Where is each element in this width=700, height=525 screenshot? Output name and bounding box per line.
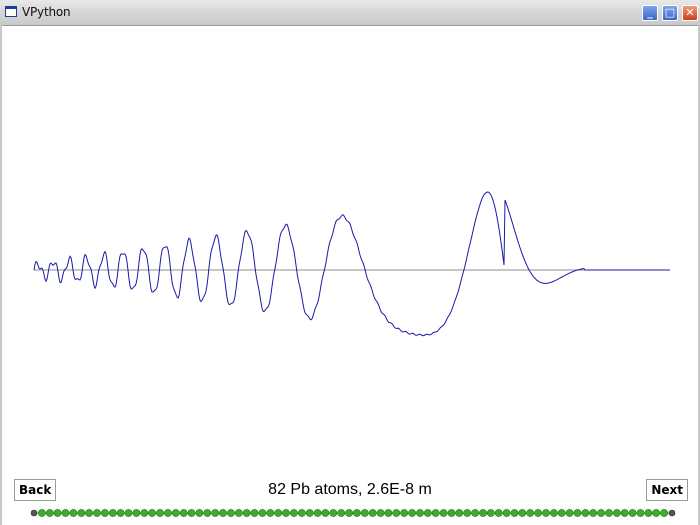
progress-step-dot[interactable]	[140, 509, 149, 517]
progress-step-dot[interactable]	[447, 509, 456, 517]
progress-step-dot[interactable]	[329, 509, 338, 517]
progress-step-dot[interactable]	[195, 509, 204, 517]
progress-step-dot[interactable]	[628, 509, 637, 517]
progress-step-dot[interactable]	[439, 509, 448, 517]
progress-step-dot[interactable]	[187, 509, 196, 517]
progress-step-dot[interactable]	[352, 509, 361, 517]
window-title: VPython	[22, 5, 71, 19]
progress-step-dot[interactable]	[108, 509, 117, 517]
progress-step-dot[interactable]	[581, 509, 590, 517]
progress-step-dot[interactable]	[250, 509, 259, 517]
progress-step-dot[interactable]	[534, 509, 542, 517]
progress-step-dot[interactable]	[171, 509, 180, 517]
progress-step-dot[interactable]	[85, 509, 93, 517]
progress-step-dot[interactable]	[53, 509, 62, 517]
wave-curve	[33, 191, 670, 337]
progress-step-dot[interactable]	[392, 509, 401, 517]
progress-step-dot[interactable]	[360, 509, 369, 517]
progress-step-dot[interactable]	[30, 509, 38, 517]
progress-step-dot[interactable]	[211, 509, 220, 517]
progress-step-dot[interactable]	[573, 509, 582, 517]
progress-step-dot[interactable]	[455, 509, 464, 517]
progress-step-dot[interactable]	[486, 509, 495, 517]
progress-step-dot[interactable]	[565, 509, 574, 517]
progress-step-dot[interactable]	[116, 509, 125, 517]
progress-step-dot[interactable]	[660, 509, 668, 517]
status-caption: 82 Pb atoms, 2.6E-8 m	[268, 481, 432, 498]
progress-step-dot[interactable]	[479, 509, 487, 517]
progress-step-dot[interactable]	[305, 509, 314, 517]
progress-step-dot[interactable]	[376, 509, 385, 517]
progress-step-dot[interactable]	[620, 509, 629, 517]
progress-step-dot[interactable]	[289, 509, 298, 517]
progress-step-dot[interactable]	[282, 509, 290, 517]
progress-step-dot[interactable]	[518, 509, 527, 517]
progress-step-dot[interactable]	[463, 509, 472, 517]
title-bar: VPython _ □ ✕	[0, 0, 700, 26]
progress-step-dot[interactable]	[494, 509, 503, 517]
progress-step-dot[interactable]	[550, 509, 558, 517]
progress-step-dot[interactable]	[124, 509, 133, 517]
progress-step-dot[interactable]	[557, 509, 566, 517]
progress-step-dot[interactable]	[77, 509, 86, 517]
progress-step-dot[interactable]	[384, 509, 393, 517]
progress-step-dot[interactable]	[156, 509, 164, 517]
progress-step-dot[interactable]	[345, 509, 353, 517]
progress-step-dot[interactable]	[69, 509, 78, 517]
progress-step-dot[interactable]	[423, 509, 432, 517]
progress-step-dot[interactable]	[526, 509, 535, 517]
progress-step-dot[interactable]	[510, 509, 519, 517]
progress-step-dot[interactable]	[337, 509, 346, 517]
progress-step-dot[interactable]	[613, 509, 621, 517]
back-button[interactable]: Back	[14, 479, 57, 501]
progress-step-dot[interactable]	[93, 509, 101, 517]
progress-step-dot[interactable]	[321, 509, 330, 517]
progress-step-dot[interactable]	[597, 509, 605, 517]
progress-step-dot[interactable]	[644, 509, 653, 517]
progress-step-dot[interactable]	[242, 509, 251, 517]
progress-step-dot[interactable]	[297, 509, 306, 517]
progress-step-dot[interactable]	[258, 509, 267, 517]
progress-step-dot[interactable]	[132, 509, 141, 517]
progress-step-dot[interactable]	[45, 509, 54, 517]
progress-step-dot[interactable]	[148, 509, 156, 517]
progress-step-dot[interactable]	[471, 509, 479, 517]
wave-plot-canvas	[33, 191, 670, 337]
progress-step-dot[interactable]	[605, 509, 613, 517]
progress-step-dot[interactable]	[400, 509, 409, 517]
progress-step-dot[interactable]	[61, 509, 70, 517]
progress-step-dot[interactable]	[408, 509, 416, 517]
progress-step-dot[interactable]	[416, 509, 424, 517]
progress-step-dot[interactable]	[266, 509, 275, 517]
minimize-button[interactable]: _	[642, 5, 658, 21]
progress-step-dot[interactable]	[234, 509, 243, 517]
app-window-icon	[5, 6, 17, 17]
step-progress-bar[interactable]	[0, 503, 700, 525]
progress-step-dot[interactable]	[431, 509, 440, 517]
progress-step-dot[interactable]	[368, 509, 377, 517]
progress-step-dot[interactable]	[274, 509, 283, 517]
progress-step-dot[interactable]	[652, 509, 661, 517]
progress-step-dot[interactable]	[101, 509, 109, 517]
progress-step-dot[interactable]	[589, 509, 598, 517]
next-button[interactable]: Next	[646, 479, 688, 501]
progress-step-dot[interactable]	[542, 509, 550, 517]
progress-step-dot[interactable]	[668, 509, 676, 517]
progress-step-dot[interactable]	[502, 509, 511, 517]
progress-step-dot[interactable]	[313, 509, 322, 517]
progress-step-dot[interactable]	[179, 509, 188, 517]
progress-step-dot[interactable]	[163, 509, 172, 517]
progress-step-dot[interactable]	[226, 509, 235, 517]
maximize-button[interactable]: □	[662, 5, 678, 21]
progress-step-dot[interactable]	[219, 509, 227, 517]
progress-step-dot[interactable]	[203, 509, 212, 517]
progress-step-dot[interactable]	[636, 509, 645, 517]
progress-step-dot[interactable]	[38, 509, 46, 517]
close-button[interactable]: ✕	[682, 5, 698, 21]
